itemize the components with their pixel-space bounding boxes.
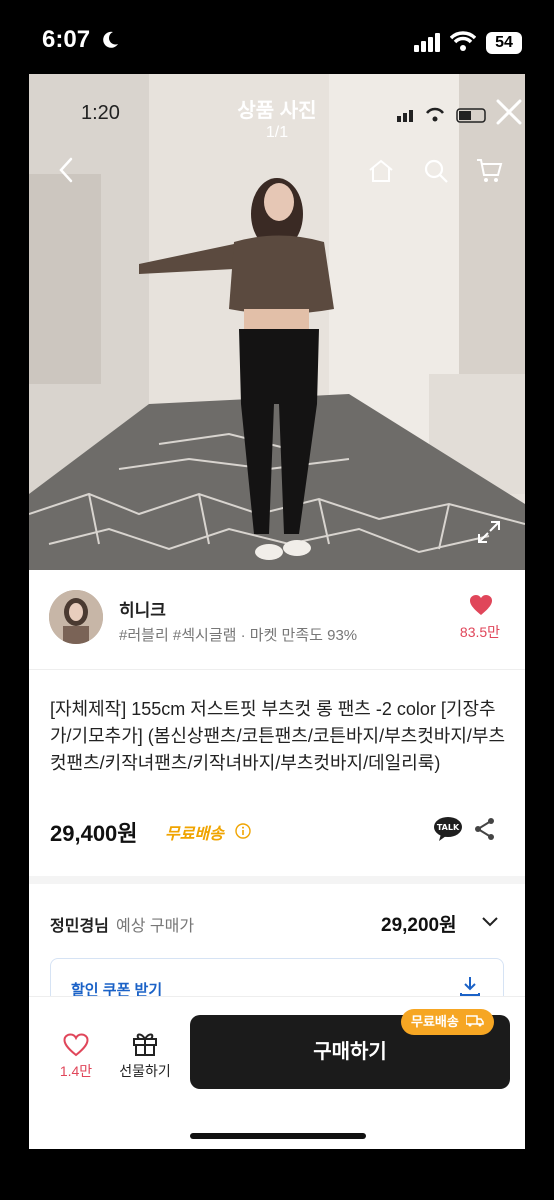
avatar[interactable] <box>49 590 103 644</box>
share-icon[interactable] <box>473 817 497 841</box>
member-price-row[interactable]: 정민경님 예상 구매가 29,200원 <box>29 884 525 944</box>
product-photo[interactable]: 1:20 상품 사진 1/1 <box>29 74 525 570</box>
device-status-bar: 6:07 54 <box>0 0 554 74</box>
home-icon[interactable] <box>367 158 395 184</box>
bottom-action-bar: 1.4만 선물하기 구매하기 무료배송 <box>29 996 525 1149</box>
product-photo-image <box>29 74 525 570</box>
battery-icon: 54 <box>486 32 522 54</box>
photo-viewer-title: 상품 사진 <box>237 100 317 122</box>
expand-icon[interactable] <box>477 520 501 544</box>
back-chevron-icon[interactable] <box>57 156 75 184</box>
member-price-value: 29,200원 <box>381 915 457 936</box>
seller-tags: #러블리 #섹시글램 · 마켓 만족도 93% <box>119 627 358 644</box>
gift-label[interactable]: 선물하기 <box>115 1061 175 1081</box>
device-clock: 6:07 <box>42 26 91 53</box>
home-indicator <box>190 1133 366 1139</box>
product-price: 29,400원 <box>50 821 138 846</box>
heart-outline-icon[interactable] <box>63 1033 89 1057</box>
chevron-down-icon[interactable] <box>481 916 499 928</box>
kakao-talk-icon[interactable]: TALK <box>433 816 463 842</box>
search-icon[interactable] <box>423 158 449 184</box>
seller-name[interactable]: 히니크 <box>119 596 166 621</box>
member-price-label: 예상 구매가 <box>116 918 195 935</box>
heart-icon[interactable] <box>469 594 493 616</box>
wifi-icon <box>450 31 476 51</box>
free-shipping-badge: 무료배송 <box>401 1009 495 1035</box>
app-screen: 1:20 상품 사진 1/1 히니크 #러블리 #섹시글램 · 마켓 만족도 9… <box>29 74 525 1149</box>
free-shipping-label: 무료배송 <box>165 826 224 843</box>
cart-icon[interactable] <box>475 156 503 184</box>
close-icon[interactable] <box>495 98 523 126</box>
cellular-signal-icon <box>414 33 440 52</box>
photo-counter: 1/1 <box>265 124 289 141</box>
seller-like-count: 83.5만 <box>459 624 501 640</box>
section-divider <box>29 876 525 884</box>
svg-text:TALK: TALK <box>437 823 460 832</box>
wish-count: 1.4만 <box>59 1063 93 1079</box>
free-shipping-badge-label: 무료배송 <box>411 1014 459 1029</box>
download-icon[interactable] <box>459 975 481 997</box>
member-name: 정민경님 <box>50 918 109 935</box>
avatar-image <box>49 590 103 644</box>
gift-icon[interactable] <box>131 1029 159 1057</box>
truck-icon <box>465 1015 485 1027</box>
info-icon[interactable] <box>235 823 251 839</box>
seller-row[interactable]: 히니크 #러블리 #섹시글램 · 마켓 만족도 93% 83.5만 <box>29 570 525 670</box>
product-title: [자체제작] 155cm 저스트핏 부츠컷 롱 팬츠 -2 color [기장추… <box>50 699 505 773</box>
moon-icon <box>103 31 118 48</box>
